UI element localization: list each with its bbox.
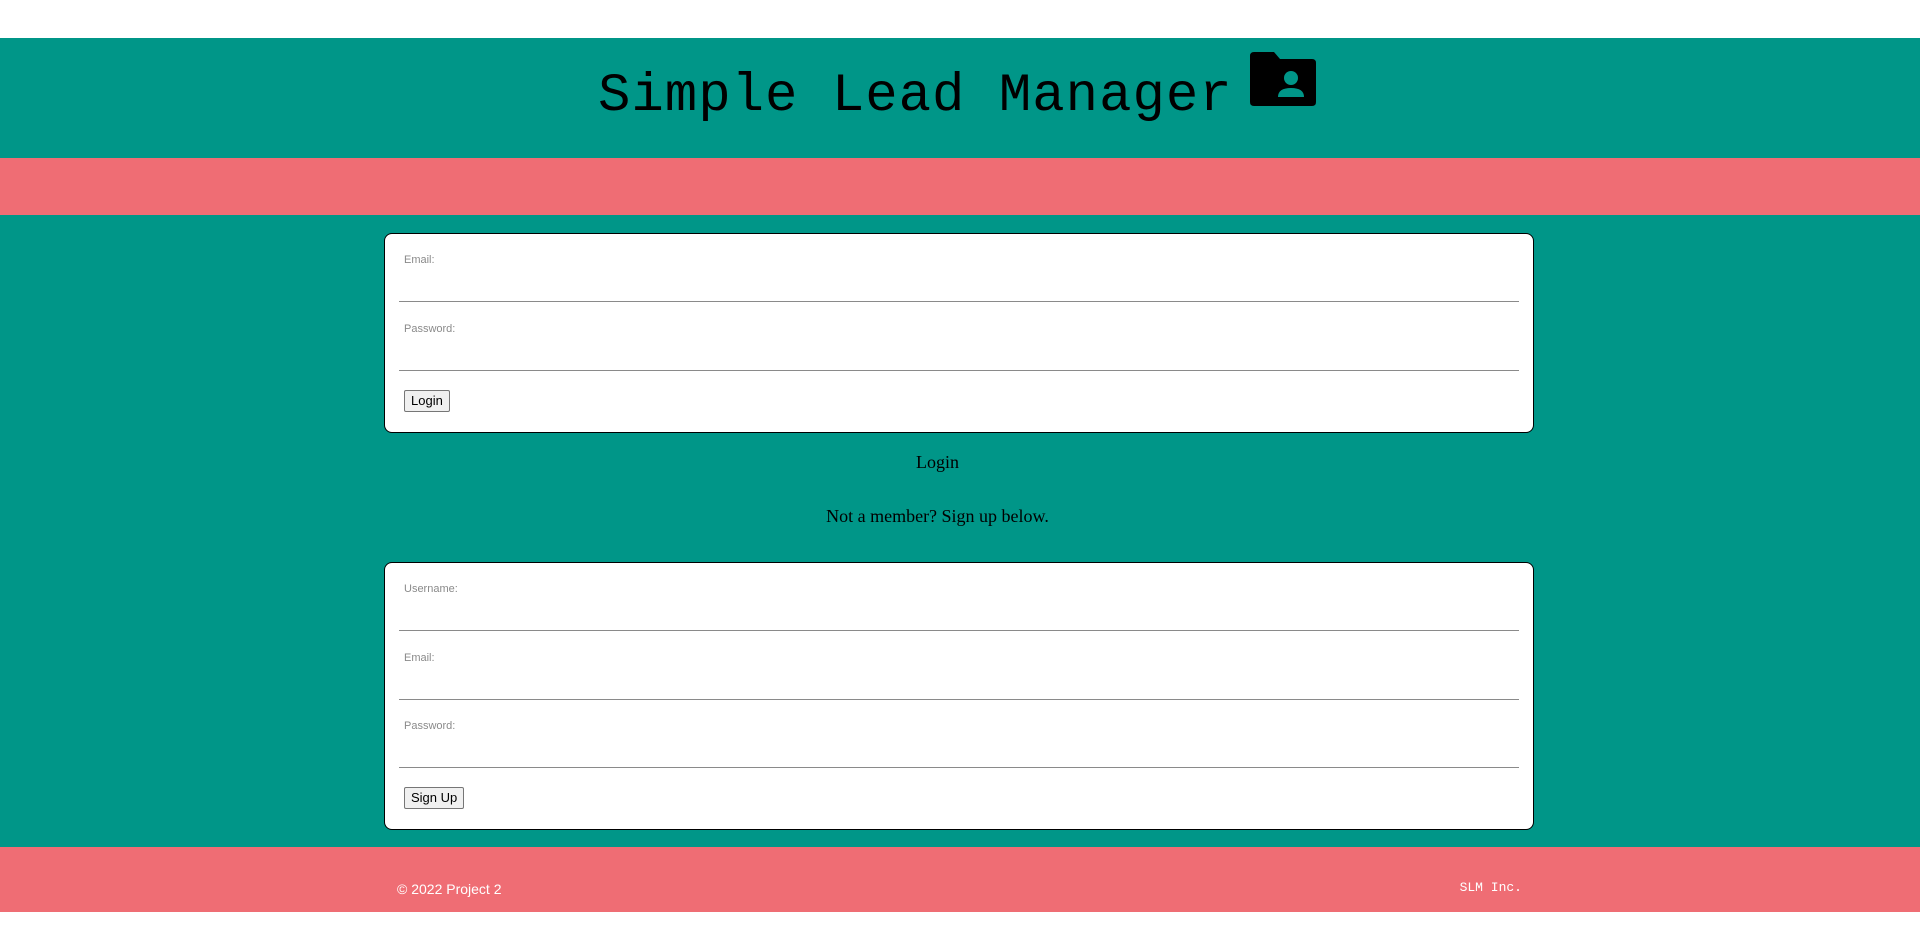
login-link[interactable]: Login xyxy=(0,452,1875,473)
signup-username-field: Username: xyxy=(399,563,1519,631)
login-password-label: Password: xyxy=(404,323,456,335)
signup-username-input[interactable] xyxy=(401,599,1517,627)
login-button[interactable]: Login xyxy=(404,390,450,412)
signup-button[interactable]: Sign Up xyxy=(404,787,465,809)
signup-username-label: Username: xyxy=(404,583,458,595)
signup-password-input[interactable] xyxy=(401,736,1517,764)
login-password-field: Password: xyxy=(399,303,1519,371)
folder-user-icon xyxy=(1250,52,1316,106)
login-email-input[interactable] xyxy=(401,270,1517,298)
login-email-field: Email: xyxy=(399,234,1519,302)
signup-password-field: Password: xyxy=(399,700,1519,768)
site-title: Simple Lead Manager xyxy=(598,66,1233,127)
login-email-label: Email: xyxy=(404,254,435,266)
signup-form: Username: Email: Password: Sign Up xyxy=(384,562,1534,830)
login-form: Email: Password: Login xyxy=(384,233,1534,433)
brand-text: SLM Inc. xyxy=(1459,880,1522,895)
signup-password-label: Password: xyxy=(404,720,456,732)
signup-email-input[interactable] xyxy=(401,668,1517,696)
site-header: Simple Lead Manager xyxy=(0,38,1920,158)
signup-email-field: Email: xyxy=(399,632,1519,700)
nav-bar xyxy=(0,158,1920,215)
signup-email-label: Email: xyxy=(404,652,435,664)
copyright-text: © 2022 Project 2 xyxy=(397,881,502,897)
main-content: Email: Password: Login Login Not a membe… xyxy=(0,215,1920,847)
site-footer: © 2022 Project 2 SLM Inc. xyxy=(0,847,1920,912)
signup-prompt: Not a member? Sign up below. xyxy=(826,506,1049,526)
login-password-input[interactable] xyxy=(401,339,1517,367)
